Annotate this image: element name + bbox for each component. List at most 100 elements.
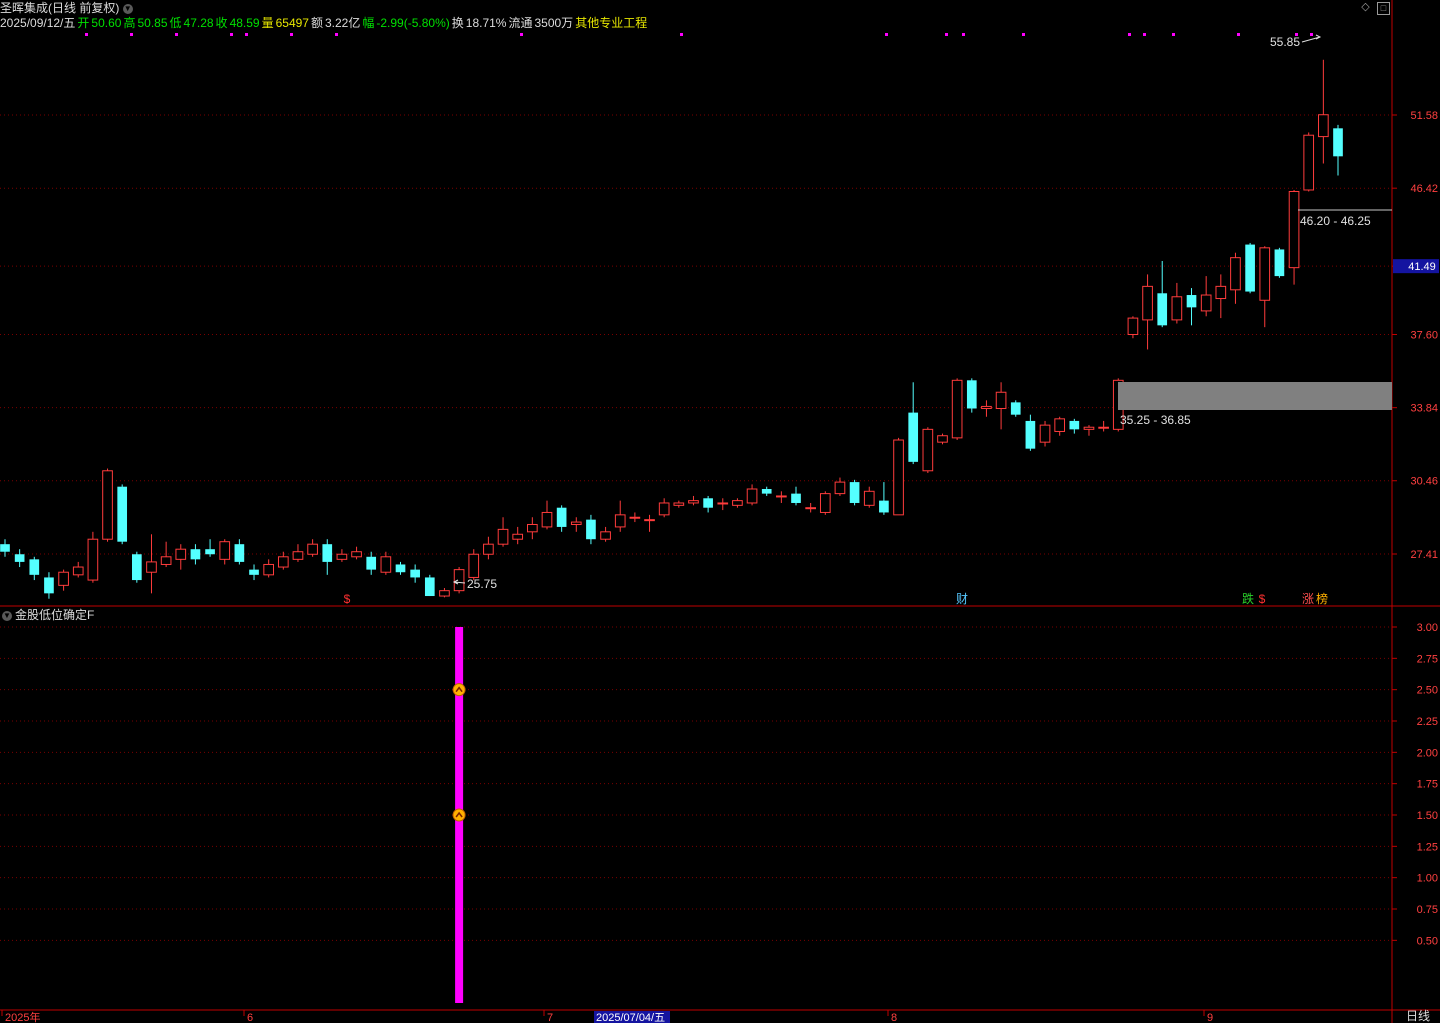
indicator-tick-label: 2.00 — [1417, 747, 1438, 759]
candle-body — [190, 549, 201, 560]
candle-body — [277, 556, 289, 568]
signal-dot — [335, 33, 338, 36]
candle-body — [600, 531, 611, 540]
candle-body — [160, 556, 172, 565]
signal-dot — [945, 33, 948, 36]
price-tick-label: 46.42 — [1410, 183, 1438, 195]
candle-body — [893, 439, 904, 516]
candle-body — [1303, 134, 1315, 191]
stock-name[interactable]: 圣晖集成 — [0, 1, 48, 15]
change-label: 幅 — [362, 16, 375, 30]
candle-body — [1215, 285, 1227, 300]
close-value: 48.59 — [229, 16, 260, 30]
zone-lower-label: 35.25 - 36.85 — [1120, 413, 1191, 427]
indicator-tick-label: 0.50 — [1417, 935, 1438, 947]
indicator-tick-label: 2.50 — [1417, 685, 1438, 697]
change-value: -2.99(-5.80%) — [376, 16, 450, 30]
candle-body — [819, 493, 831, 513]
candle-body — [732, 500, 743, 506]
stock-chart-window[interactable]: 51.58 46.42 41.49 37.60 33.84 30.46 27.41 46.20… — [0, 0, 1440, 1023]
signal-marker-icon — [452, 808, 466, 822]
candle-body — [234, 544, 245, 562]
candle-body — [966, 380, 977, 409]
period-label[interactable]: 日线 — [1396, 1010, 1440, 1023]
candle-body — [102, 470, 113, 540]
candle-body — [586, 519, 596, 540]
maximize-icon[interactable]: □ — [1377, 2, 1390, 15]
signal-dot — [175, 33, 178, 36]
signal-dot — [520, 33, 523, 36]
indicator-title[interactable]: ▼ 金股低位确定F — [2, 608, 94, 622]
high-value: 50.85 — [137, 16, 168, 30]
candle-body — [1083, 426, 1095, 430]
chevron-down-icon[interactable]: ▼ — [2, 610, 12, 621]
signal-dot — [1172, 33, 1175, 36]
candle-body — [1054, 418, 1066, 432]
crosshair-date-label: 2025/07/04/五 — [596, 1012, 665, 1023]
candle-body — [1039, 424, 1051, 443]
signal-dot — [962, 33, 965, 36]
quote-date: 2025/09/12/五 — [0, 16, 76, 30]
time-tick-label: 9 — [1207, 1012, 1213, 1023]
candle-body — [776, 495, 787, 498]
candle-body — [44, 577, 54, 594]
event-badge: 涨 — [1302, 591, 1314, 606]
signal-dot — [130, 33, 133, 36]
signal-dot — [885, 33, 888, 36]
price-tick-label: 51.58 — [1410, 110, 1438, 122]
signal-dot — [1310, 33, 1313, 36]
candle-body — [805, 507, 816, 510]
indicator-tick-label: 2.25 — [1417, 716, 1438, 728]
volume-label: 量 — [261, 16, 274, 30]
time-tick-label: 7 — [547, 1012, 553, 1023]
signal-dot — [1128, 33, 1131, 36]
event-badge: $ — [1259, 592, 1266, 606]
time-tick-label: 6 — [247, 1012, 253, 1023]
candle-body — [366, 556, 377, 570]
candle-body — [439, 590, 450, 597]
event-badge: 跌 — [1242, 591, 1254, 606]
candle-body — [1318, 114, 1329, 138]
indicator-tick-label: 1.00 — [1417, 873, 1438, 885]
chart-header: 圣晖集成(日线 前复权) ▼ — [0, 0, 136, 17]
indicator-tick-label: 0.75 — [1417, 904, 1438, 916]
candle-body — [703, 498, 713, 508]
candle-body — [336, 553, 348, 560]
candle-body — [1333, 128, 1343, 157]
amount-value: 3.22亿 — [325, 16, 361, 30]
price-tick-label: 41.49 — [1408, 261, 1436, 273]
candle-body — [1098, 426, 1109, 429]
arrow-icon — [1301, 34, 1322, 43]
candle-body — [512, 533, 524, 540]
chart-canvas[interactable]: 51.58 46.42 41.49 37.60 33.84 30.46 27.41 46.20… — [0, 0, 1440, 1023]
candle-body — [1259, 247, 1271, 301]
candle-body — [87, 538, 99, 581]
event-badge: 财 — [956, 592, 968, 606]
price-tick-label: 27.41 — [1410, 549, 1438, 561]
candle-body — [497, 528, 509, 545]
sector-label[interactable]: 其他专业工程 — [575, 16, 647, 30]
time-tick-label: 2025年 — [5, 1010, 40, 1023]
indicator-tick-label: 1.50 — [1417, 810, 1438, 822]
chevron-down-icon[interactable]: ▼ — [122, 3, 133, 14]
diamond-icon[interactable]: ◇ — [1360, 2, 1371, 13]
signal-dot — [230, 33, 233, 36]
candle-body — [849, 482, 860, 503]
candle-body — [307, 543, 318, 555]
candle-body — [981, 405, 992, 409]
time-tick-label: 8 — [891, 1012, 897, 1023]
candle-body — [322, 544, 333, 562]
float-label: 流通 — [508, 16, 533, 30]
low-value: 47.28 — [183, 16, 214, 30]
indicator-tick-label: 1.75 — [1417, 779, 1438, 791]
candle-body — [205, 549, 215, 555]
chart-mode[interactable]: (日线 前复权) — [48, 1, 119, 15]
candle-body — [761, 488, 772, 494]
price-tick-label: 30.46 — [1410, 476, 1438, 488]
candle-body — [908, 412, 919, 462]
candle-body — [834, 481, 846, 495]
candle-body — [395, 564, 406, 573]
signal-dot — [680, 33, 683, 36]
close-label: 收 — [215, 16, 228, 30]
high-label: 高 — [123, 16, 136, 30]
